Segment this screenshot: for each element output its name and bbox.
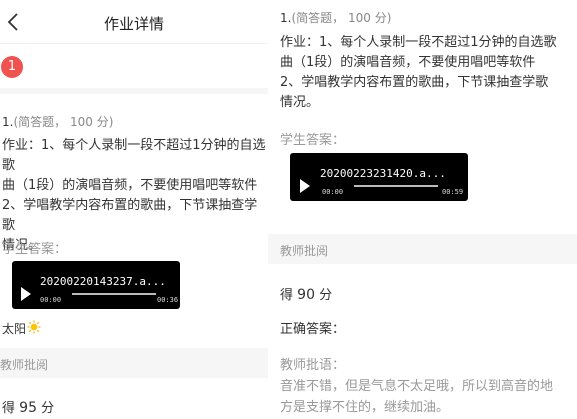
question-type-label: (简答题， [13, 115, 67, 129]
audio-current-time: 00:00 [322, 188, 344, 196]
student-note-text: 太阳 [2, 322, 27, 336]
score-unit: 分 [41, 401, 55, 416]
audio-progress-track[interactable] [354, 185, 438, 187]
top-bar: 作业详情 [0, 0, 268, 44]
teacher-comment-line: 音准不错，但是气息不太足哦，所以到高音的地 [280, 379, 554, 394]
audio-player[interactable]: 20200220143237.a... 00:00 00:36 [12, 261, 180, 309]
score-value: 95 [19, 400, 37, 416]
score: 得 95 分 [2, 397, 54, 416]
question-line: 曲（1段）的演唱音频，不要使用唱吧等软件 [2, 178, 258, 193]
question-line: 情况。 [280, 95, 320, 110]
teacher-review-header: 教师批阅 [0, 348, 268, 378]
teacher-review-label: 教师批阅 [280, 244, 329, 258]
left-detail-panel: 作业详情 1 1.(简答题， 100 分) 作业：1、每个人录制一段不超过1分钟… [0, 0, 268, 419]
question-number: 1. [2, 115, 14, 129]
question-number: 1. [280, 11, 292, 25]
sun-emoji-icon [27, 320, 41, 334]
score-prefix: 得 [2, 401, 16, 416]
audio-progress-track[interactable] [72, 293, 156, 295]
teacher-review-header: 教师批阅 [268, 234, 577, 264]
question-type: 1.(简答题， 100 分) [2, 113, 113, 130]
teacher-comment-label: 教师批语： [280, 358, 346, 373]
teacher-comment: 音准不错，但是气息不太足哦，所以到高音的地 方是支撑不住的，继续加油。 [280, 376, 577, 418]
divider [0, 88, 268, 94]
question-text: 作业：1、每个人录制一段不超过1分钟的自选歌 曲（1段）的演唱音频，不要使用唱吧… [280, 33, 577, 113]
audio-duration: 00:36 [157, 296, 179, 304]
audio-filename: 20200220143237.a... [40, 275, 166, 288]
question-number-badge[interactable]: 1 [1, 56, 23, 78]
right-detail-panel: 1.(简答题， 100 分) 作业：1、每个人录制一段不超过1分钟的自选歌 曲（… [268, 0, 577, 419]
question-type: 1.(简答题， 100 分) [280, 9, 391, 26]
question-line: 2、学唱教学内容布置的歌曲，下节课抽查学歌 [280, 75, 549, 90]
student-answer-label: 学生答案： [280, 133, 346, 148]
score-value: 90 [297, 287, 315, 303]
correct-answer-label: 正确答案： [280, 322, 346, 337]
question-line: 作业：1、每个人录制一段不超过1分钟的自选歌 [2, 138, 266, 173]
question-line: 作业：1、每个人录制一段不超过1分钟的自选歌 [280, 35, 557, 50]
play-icon[interactable] [21, 287, 31, 301]
play-icon[interactable] [300, 179, 310, 193]
audio-player[interactable]: 20200223231420.a... 00:00 00:59 [290, 153, 468, 201]
question-points: 100 分) [69, 115, 114, 129]
student-note: 太阳 [2, 320, 26, 337]
score: 得 90 分 [280, 284, 332, 303]
score-prefix: 得 [280, 288, 294, 303]
score-unit: 分 [319, 288, 333, 303]
question-type-label: (简答题， [291, 11, 345, 25]
question-line: 曲（1段）的演唱音频，不要使用唱吧等软件 [280, 55, 536, 70]
audio-current-time: 00:00 [40, 296, 62, 304]
page-title: 作业详情 [103, 15, 164, 33]
student-answer-label: 学生答案： [2, 242, 68, 257]
audio-filename: 20200223231420.a... [320, 167, 446, 180]
teacher-comment-line: 方是支撑不住的，继续加油。 [280, 400, 450, 415]
question-points: 100 分) [347, 11, 392, 25]
audio-duration: 00:59 [442, 188, 464, 196]
question-line: 2、学唱教学内容布置的歌曲，下节课抽查学歌 [2, 198, 258, 233]
teacher-review-label: 教师批阅 [0, 358, 49, 372]
